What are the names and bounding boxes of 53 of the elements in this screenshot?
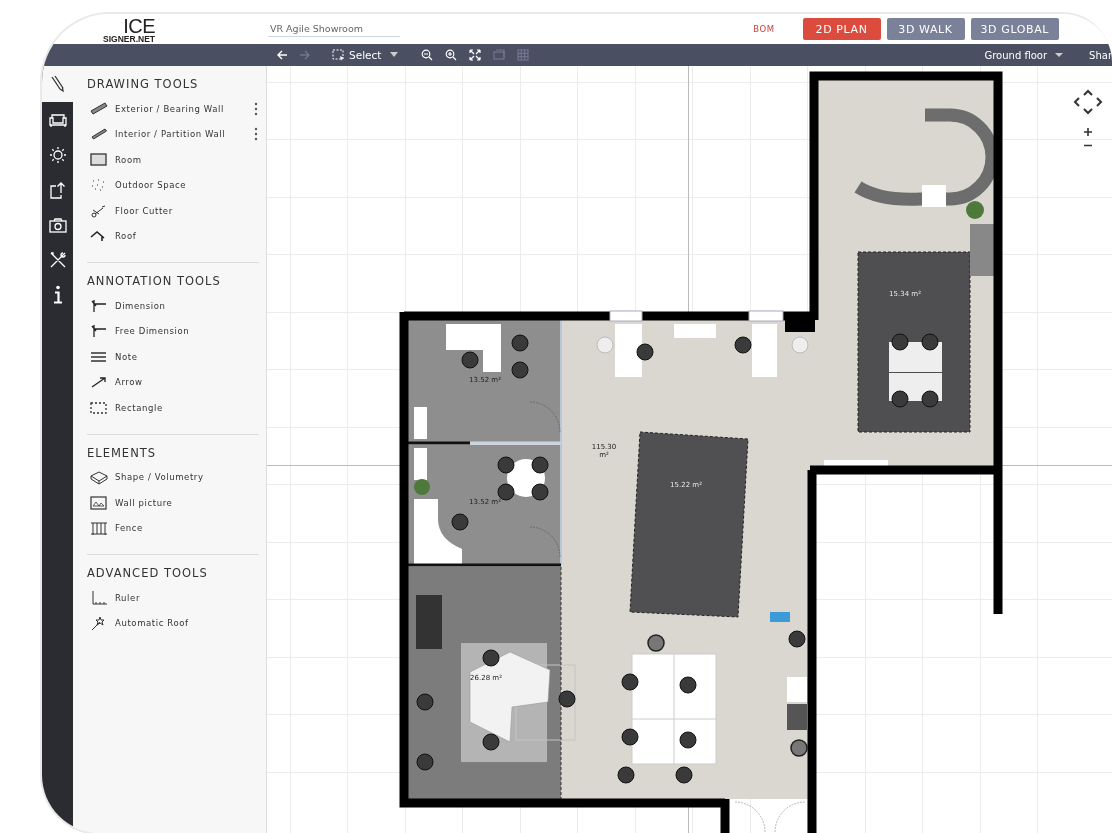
tool-item[interactable]: Floor Cutter	[87, 201, 259, 220]
logo-text: ICE	[123, 18, 155, 34]
kebab-menu-icon[interactable]	[254, 101, 258, 116]
tool-item[interactable]: Dimension	[87, 296, 259, 315]
sun-icon	[47, 144, 68, 165]
tool-item[interactable]: Ruler	[87, 588, 259, 607]
tool-item[interactable]: Roof	[87, 227, 259, 246]
select-dropdown[interactable]: Select	[332, 47, 400, 63]
section-heading: ADVANCED TOOLS	[87, 566, 209, 580]
zoom-in-icon	[445, 49, 458, 61]
tool-item[interactable]: Interior / Partition Wall	[87, 125, 254, 144]
pan-arrows-icon[interactable]	[1073, 89, 1103, 115]
section-heading: ANNOTATION TOOLS	[87, 274, 222, 288]
project-title-field[interactable]: VR Agile Showroom	[268, 23, 400, 37]
ruler-icon	[89, 588, 109, 607]
tool-item[interactable]: Automatic Roof	[87, 614, 259, 633]
fit-icon	[469, 49, 482, 61]
fit-button[interactable]	[469, 47, 482, 63]
tool-item[interactable]: Arrow	[87, 373, 259, 392]
grid-icon	[517, 49, 530, 61]
info-icon	[52, 285, 63, 304]
tool-item[interactable]: Exterior / Bearing Wall	[87, 99, 254, 118]
zoom-out-icon[interactable]	[1084, 144, 1092, 147]
section-heading: ELEMENTS	[87, 445, 158, 460]
left-arrow-icon	[275, 50, 288, 60]
fence-icon	[89, 519, 109, 538]
zoom-in-button[interactable]	[445, 47, 458, 63]
zoom-out-button[interactable]	[421, 47, 434, 63]
tool-item[interactable]: Note	[87, 347, 259, 366]
right-arrow-icon	[298, 50, 311, 60]
tool-item[interactable]: Shape / Volumetry	[87, 468, 259, 487]
view-tab[interactable]: 3D WALK	[886, 18, 965, 40]
floor-dropdown[interactable]: Ground floor	[984, 47, 1065, 63]
tool-item[interactable]: Room	[87, 150, 259, 169]
room-icon	[89, 150, 109, 169]
view-tab[interactable]: 2D PLAN	[802, 18, 881, 40]
share-button[interactable]: Shar	[1089, 47, 1112, 63]
tool-item[interactable]: Wall picture	[87, 493, 259, 512]
bom-link[interactable]: BOM	[753, 24, 775, 34]
caret-icon	[1055, 52, 1065, 58]
logo-subtext: SIGNER.NET	[103, 34, 155, 44]
zoom-out-icon	[421, 49, 434, 61]
tool-item[interactable]: Free Dimension	[87, 322, 259, 341]
view-tab[interactable]: 3D GLOBAL	[970, 18, 1059, 40]
tool-item[interactable]: Rectangle	[87, 398, 259, 417]
kebab-menu-icon[interactable]	[254, 127, 258, 142]
tool-item[interactable]: Fence	[87, 519, 259, 538]
picture-icon	[89, 493, 109, 512]
zoom-in-icon[interactable]	[1084, 128, 1092, 136]
layer-icon	[493, 49, 506, 61]
selection-icon	[332, 49, 345, 61]
section-heading: DRAWING TOOLS	[87, 77, 200, 91]
tool-item[interactable]: Outdoor Space	[87, 176, 259, 195]
